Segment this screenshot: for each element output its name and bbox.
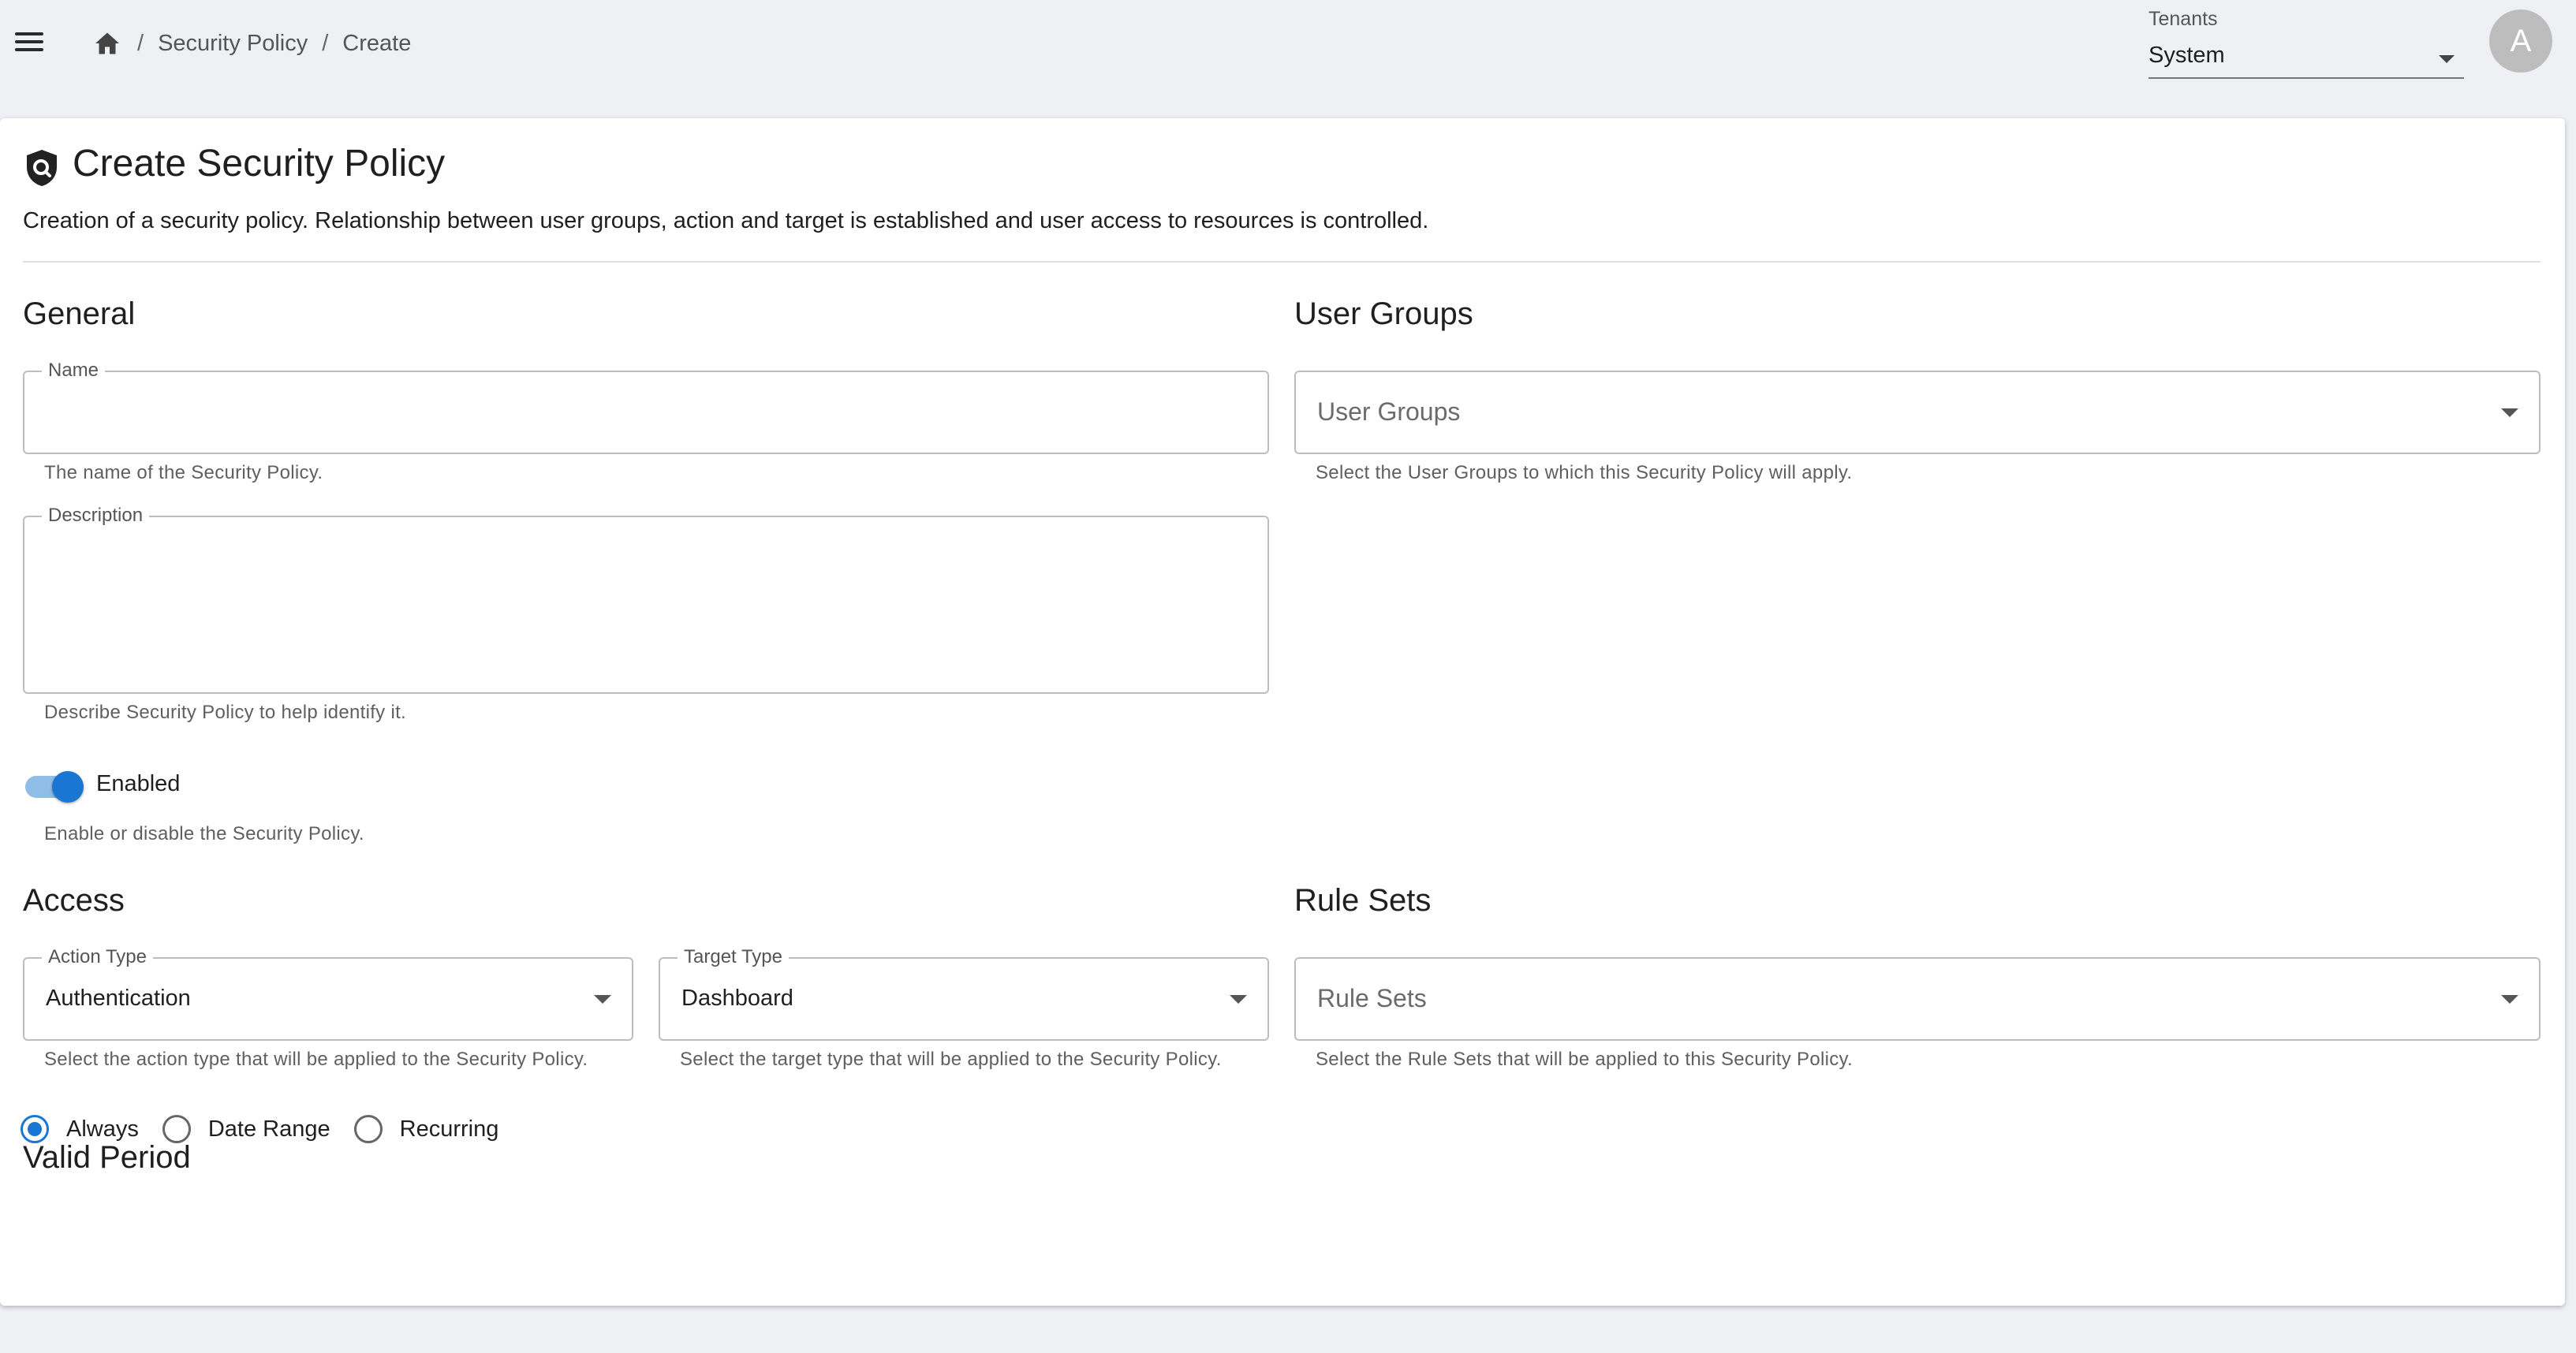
description-field[interactable]: Description xyxy=(23,504,1269,694)
chevron-down-icon xyxy=(2501,408,2518,417)
user-groups-select[interactable]: User Groups xyxy=(1294,371,2541,454)
radio-recurring[interactable]: Recurring xyxy=(353,1115,499,1143)
menu-icon[interactable] xyxy=(11,24,47,60)
tenant-select[interactable]: Tenants System xyxy=(2149,5,2464,79)
breadcrumb-separator: / xyxy=(322,30,329,56)
target-type-helper: Select the target type that will be appl… xyxy=(680,1049,1222,1070)
chevron-down-icon xyxy=(2439,55,2455,63)
divider xyxy=(23,261,2541,263)
shield-search-icon xyxy=(24,148,60,188)
section-general-heading: General xyxy=(23,296,136,331)
tenant-underline xyxy=(2149,77,2464,79)
name-field-label: Name xyxy=(42,359,106,382)
radio-always-label: Always xyxy=(66,1116,139,1142)
action-type-label: Action Type xyxy=(42,945,153,969)
tenant-label: Tenants xyxy=(2149,8,2218,30)
rule-sets-helper: Select the Rule Sets that will be applie… xyxy=(1316,1049,1854,1070)
rule-sets-select[interactable]: Rule Sets xyxy=(1294,957,2541,1041)
section-user-groups-heading: User Groups xyxy=(1294,296,1473,331)
toggle-thumb xyxy=(52,771,84,803)
radio-date-range-label: Date Range xyxy=(207,1116,330,1142)
target-type-value: Dashboard xyxy=(681,986,793,1011)
avatar[interactable]: A xyxy=(2489,9,2552,73)
user-groups-placeholder: User Groups xyxy=(1317,397,1461,426)
top-bar: / Security Policy / Create Tenants Syste… xyxy=(0,0,2576,118)
section-access-heading: Access xyxy=(23,883,125,918)
radio-recurring-label: Recurring xyxy=(399,1116,499,1142)
radio-unchecked-icon xyxy=(162,1115,191,1143)
radio-always[interactable]: Always xyxy=(21,1115,139,1143)
action-type-select[interactable]: Action Type Authentication xyxy=(23,945,633,1041)
rule-sets-placeholder: Rule Sets xyxy=(1317,984,1427,1012)
action-type-helper: Select the action type that will be appl… xyxy=(44,1049,588,1070)
tenant-value: System xyxy=(2149,43,2225,68)
name-field[interactable]: Name xyxy=(23,359,1269,454)
breadcrumb-create: Create xyxy=(342,30,412,56)
enabled-toggle-label: Enabled xyxy=(96,771,181,796)
description-field-label: Description xyxy=(42,504,150,527)
chevron-down-icon xyxy=(2501,995,2518,1004)
valid-period-radio-group: Always Date Range Recurring xyxy=(21,1109,522,1149)
breadcrumb: / Security Policy / Create xyxy=(91,24,411,63)
page-description: Creation of a security policy. Relations… xyxy=(23,208,1429,233)
radio-unchecked-icon xyxy=(353,1115,383,1143)
name-field-helper: The name of the Security Policy. xyxy=(44,462,323,483)
breadcrumb-security-policy[interactable]: Security Policy xyxy=(158,31,308,57)
action-type-value: Authentication xyxy=(46,986,191,1011)
chevron-down-icon xyxy=(1230,995,1247,1004)
target-type-select[interactable]: Target Type Dashboard xyxy=(659,945,1269,1041)
radio-checked-icon xyxy=(21,1115,49,1143)
section-rule-sets-heading: Rule Sets xyxy=(1294,883,1432,918)
chevron-down-icon xyxy=(594,995,611,1004)
enabled-toggle[interactable] xyxy=(24,768,87,804)
enabled-toggle-helper: Enable or disable the Security Policy. xyxy=(44,823,364,844)
user-groups-helper: Select the User Groups to which this Sec… xyxy=(1316,462,1853,483)
description-field-helper: Describe Security Policy to help identif… xyxy=(44,702,407,723)
page-title: Create Security Policy xyxy=(73,143,446,184)
home-icon[interactable] xyxy=(91,28,123,59)
radio-date-range[interactable]: Date Range xyxy=(162,1115,330,1143)
target-type-label: Target Type xyxy=(678,945,789,969)
breadcrumb-separator: / xyxy=(137,30,144,56)
